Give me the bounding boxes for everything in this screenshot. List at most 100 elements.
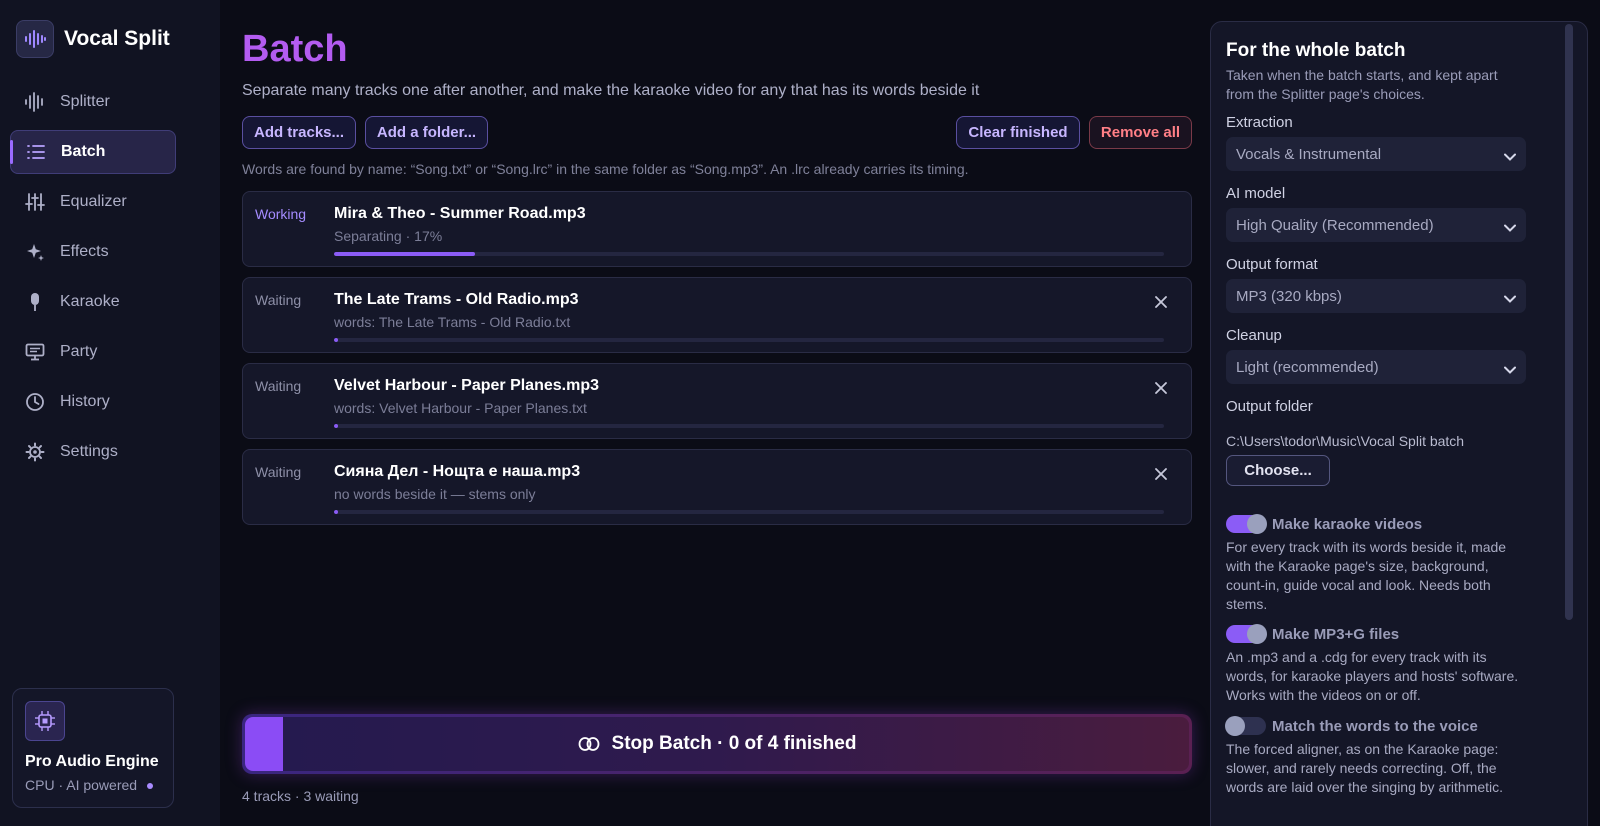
job-progress-bar — [334, 252, 1164, 256]
clear-finished-button[interactable]: Clear finished — [956, 116, 1080, 149]
toggle-label: Make MP3+G files — [1272, 625, 1400, 643]
choose-folder-button[interactable]: Choose... — [1226, 455, 1330, 486]
close-icon[interactable] — [1151, 378, 1171, 398]
toggle-label: Match the words to the voice — [1272, 717, 1478, 735]
sidebar-item-batch[interactable]: Batch — [10, 130, 176, 174]
panel-title: For the whole batch — [1226, 40, 1406, 61]
stop-icon — [578, 736, 600, 752]
toggle-description: The forced aligner, as on the Karaoke pa… — [1226, 741, 1504, 795]
engine-title: Pro Audio Engine — [25, 753, 159, 770]
job-status: Working — [255, 206, 307, 222]
cleanup-select[interactable]: Light (recommended) — [1226, 350, 1526, 384]
close-icon[interactable] — [1151, 292, 1171, 312]
job-row: Waiting Velvet Harbour - Paper Planes.mp… — [242, 363, 1192, 439]
mp3g-toggle[interactable] — [1226, 624, 1267, 644]
karaoke-videos-toggle[interactable] — [1226, 514, 1267, 534]
sidebar-nav: Splitter Batch Equalizer Effects Karaoke… — [10, 80, 176, 480]
job-status: Waiting — [255, 464, 302, 480]
page-title: Batch — [242, 28, 348, 70]
waveform-icon — [24, 91, 46, 113]
cleanup-value: Light (recommended) — [1236, 358, 1379, 376]
align-words-toggle-row: Match the words to the voice — [1225, 716, 1478, 736]
sidebar-item-splitter[interactable]: Splitter — [10, 80, 176, 124]
sidebar-item-label: Settings — [60, 443, 118, 460]
job-status: Waiting — [255, 292, 302, 308]
job-row: Waiting Сияна Дел - Нощта е наша.mp3 no … — [242, 449, 1192, 525]
sidebar-item-history[interactable]: History — [10, 380, 176, 424]
panel-scrollbar[interactable] — [1565, 24, 1573, 620]
job-progress-bar — [334, 424, 1164, 428]
engine-status-dot — [147, 783, 153, 789]
format-value: MP3 (320 kbps) — [1236, 287, 1342, 305]
words-hint: Words are found by name: “Song.txt” or “… — [242, 161, 969, 177]
remove-all-button[interactable]: Remove all — [1089, 116, 1192, 149]
sidebar-item-label: Equalizer — [60, 193, 127, 210]
job-name: Mira & Theo - Summer Road.mp3 — [334, 205, 586, 222]
model-label: AI model — [1226, 185, 1286, 202]
toggle-description: For every track with its words beside it… — [1226, 539, 1507, 612]
batch-settings-panel: For the whole batch Taken when the batch… — [1210, 21, 1588, 826]
engine-subtitle: CPU · AI powered — [25, 777, 138, 793]
sidebar-item-label: Effects — [60, 243, 109, 260]
microphone-icon — [24, 291, 46, 313]
job-detail: Separating · 17% — [334, 228, 443, 244]
job-progress-fill — [334, 338, 338, 342]
job-progress-fill — [334, 252, 475, 256]
format-label: Output format — [1226, 256, 1318, 273]
sidebar-item-label: Batch — [61, 143, 106, 160]
chevron-down-icon — [1504, 290, 1516, 307]
output-folder-path: C:\Users\todor\Music\Vocal Split batch — [1226, 433, 1465, 449]
sidebar-item-label: Karaoke — [60, 293, 120, 310]
extraction-value: Vocals & Instrumental — [1236, 145, 1382, 163]
job-progress-bar — [334, 510, 1164, 514]
toggle-label: Make karaoke videos — [1272, 515, 1423, 533]
monitor-icon — [24, 341, 46, 363]
batch-summary: 4 tracks · 3 waiting — [242, 788, 359, 804]
cleanup-label: Cleanup — [1226, 327, 1282, 344]
clock-icon — [24, 391, 46, 413]
panel-subtitle: Taken when the batch starts, and kept ap… — [1226, 67, 1498, 102]
chevron-down-icon — [1504, 219, 1516, 236]
add-folder-button[interactable]: Add a folder... — [365, 116, 488, 149]
stop-batch-inner: Stop Batch · 0 of 4 finished — [245, 717, 1189, 771]
stop-batch-button[interactable]: Stop Batch · 0 of 4 finished — [242, 714, 1192, 774]
waveform-logo-icon — [16, 20, 54, 58]
close-icon[interactable] — [1151, 464, 1171, 484]
stop-batch-label-wrap: Stop Batch · 0 of 4 finished — [578, 733, 856, 755]
sidebar-item-karaoke[interactable]: Karaoke — [10, 280, 176, 324]
sidebar: Vocal Split Splitter Batch Equalizer Eff… — [0, 0, 220, 826]
mp3g-toggle-row: Make MP3+G files — [1226, 624, 1400, 644]
job-detail: words: Velvet Harbour - Paper Planes.txt — [334, 400, 587, 416]
job-progress-bar — [334, 338, 1164, 342]
format-select[interactable]: MP3 (320 kbps) — [1226, 279, 1526, 313]
extraction-label: Extraction — [1226, 114, 1293, 131]
sidebar-item-label: Party — [60, 343, 98, 360]
sidebar-item-equalizer[interactable]: Equalizer — [10, 180, 176, 224]
sidebar-item-party[interactable]: Party — [10, 330, 176, 374]
page-description: Separate many tracks one after another, … — [242, 82, 980, 99]
job-name: Velvet Harbour - Paper Planes.mp3 — [334, 377, 599, 394]
job-name: Сияна Дел - Нощта е наша.mp3 — [334, 463, 581, 480]
output-folder-label: Output folder — [1226, 398, 1313, 415]
main-content: Batch Separate many tracks one after ano… — [242, 0, 1192, 826]
job-row: Working Mira & Theo - Summer Road.mp3 Se… — [242, 191, 1192, 267]
extraction-select[interactable]: Vocals & Instrumental — [1226, 137, 1526, 171]
model-value: High Quality (Recommended) — [1236, 216, 1434, 234]
model-select[interactable]: High Quality (Recommended) — [1226, 208, 1526, 242]
chevron-down-icon — [1504, 148, 1516, 165]
sidebar-item-effects[interactable]: Effects — [10, 230, 176, 274]
add-tracks-button[interactable]: Add tracks... — [242, 116, 356, 149]
job-progress-fill — [334, 424, 338, 428]
chevron-down-icon — [1504, 361, 1516, 378]
gear-icon — [24, 441, 46, 463]
job-detail: no words beside it — stems only — [334, 486, 536, 502]
engine-card: Pro Audio Engine CPU · AI powered — [12, 688, 174, 808]
sidebar-item-settings[interactable]: Settings — [10, 430, 176, 474]
brand: Vocal Split — [16, 20, 170, 58]
app-name: Vocal Split — [64, 27, 170, 50]
sidebar-item-label: History — [60, 393, 110, 410]
align-words-toggle[interactable] — [1225, 716, 1266, 736]
sliders-icon — [24, 191, 46, 213]
sidebar-item-label: Splitter — [60, 93, 110, 110]
sparkle-icon — [24, 241, 46, 263]
